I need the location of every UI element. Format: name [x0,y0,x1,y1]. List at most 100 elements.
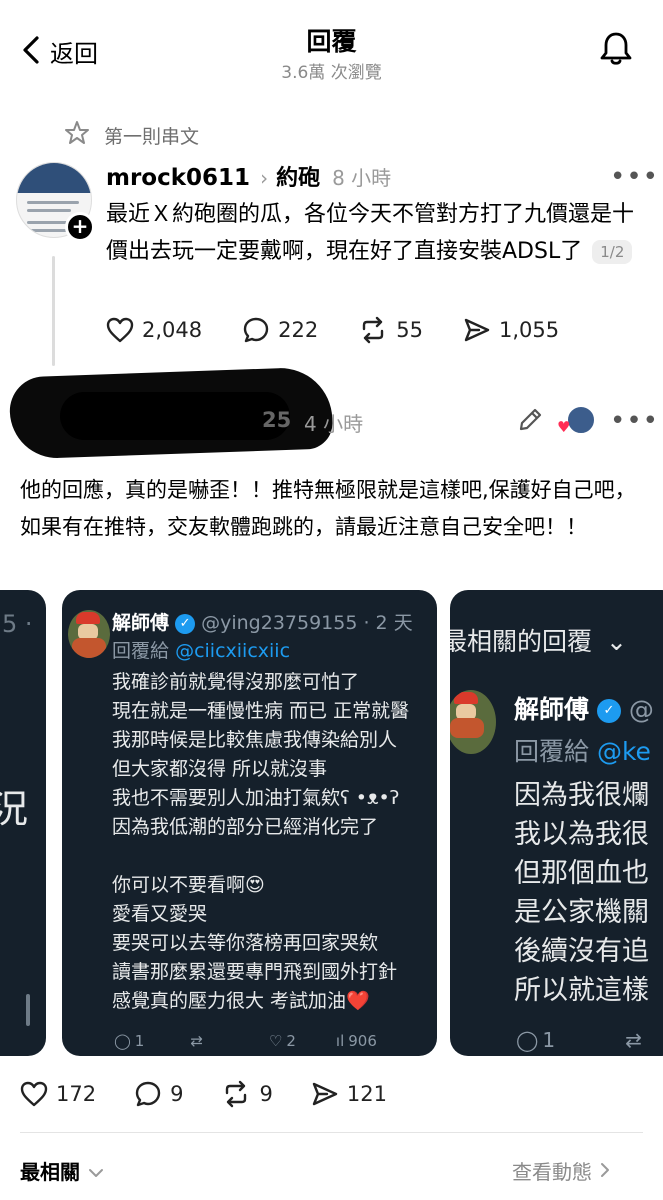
image-pager-badge: 1/2 [592,240,633,264]
repost-icon [358,316,388,344]
tweet-author-name: 解師傅 [514,695,590,724]
sort-label: 最相關 [20,1160,80,1184]
redaction-scribble [60,392,290,440]
tweet-body: 因為我很爛 我以為我很 但那個血也 是公家機關 後續沒有追 所以就這樣 [514,776,649,1010]
share-button[interactable]: 121 [311,1081,387,1107]
chevron-down-icon [88,1159,104,1183]
tweet-line: 愛看又愛哭 [112,903,208,925]
tweet-header: 解師傅 ✓ @ying23759155 · 2 天 [112,608,413,635]
tweet-author-name: 解師傅 [112,612,170,634]
heart-icon [106,317,134,343]
more-options-icon[interactable]: ••• [610,406,659,436]
reply-to-label: 回覆給 [112,640,170,662]
chevron-right-icon [600,1159,610,1183]
post-username-partial: 25 [262,408,292,432]
tweet-stats: ◯ 1 ⇄ [516,1028,642,1052]
post-time: 8 小時 [332,166,392,190]
heart-badge-icon: ♥ [557,418,571,436]
reply-to-handle: @ke [596,737,651,766]
star-icon [64,120,90,151]
tweet-reply-to: 回覆給 @ciicxiicxiic [112,636,290,663]
screenshot-image-middle[interactable]: 解師傅 ✓ @ying23759155 · 2 天 回覆給 @ciicxiicx… [62,590,437,1056]
verified-badge-icon: ✓ [596,699,621,723]
tweet-line: 我也不需要別人加油打氣欸ʕ •ᴥ•ʔ [112,787,400,809]
reply-button[interactable]: 9 [134,1080,183,1108]
repost-count: 55 [396,318,423,342]
tweet-avatar [450,690,496,754]
post-text: 他的回應，真的是嚇歪！！推特無極限就是這樣吧,保護好自己吧，如果有在推特，交友軟… [20,478,636,539]
tweet-stats: ◯ 1 ⇄ ♡ 2 ıl 906 [114,1032,377,1050]
pencil-icon[interactable] [516,406,544,438]
heart-icon [20,1081,48,1107]
tweet-handle: @ying23759155 · 2 天 [201,612,413,634]
view-activity-label: 查看動態 [512,1160,592,1184]
partial-text: 況 [0,787,29,831]
post-topic-tag[interactable]: 約砲 [276,160,320,192]
view-activity-link[interactable]: 查看動態 [512,1156,610,1185]
tweet-avatar [68,610,110,658]
tweet-line: 你可以不要看啊😍 [112,874,265,896]
tweet-line: 因為我很爛 [514,780,649,811]
reply-count: 222 [278,318,319,342]
comment-icon [242,316,270,344]
post-body: 最近Ｘ約砲圈的瓜，各位今天不管對方打了九價還是十價出去玩一定要戴啊，現在好了直接… [106,202,635,264]
reply-button[interactable]: 222 [242,316,318,344]
tweet-reply-to: 回覆給 @ke [514,732,651,768]
reply-to-label: 回覆給 [514,737,590,766]
tweet-line: 我那時候是比較焦慮我傳染給別人 [112,729,398,751]
post-time: 4 小時 [304,412,364,436]
more-options-icon[interactable]: ••• [610,162,659,192]
tweet-reply-count: 1 [134,1032,145,1050]
view-count: 3.6萬 次瀏覽 [281,63,382,83]
tweet-view-count: 906 [348,1032,377,1050]
thread-connector-line [52,256,55,366]
tweet-line: 但那個血也 [514,858,649,889]
follow-plus-button[interactable]: + [65,212,95,242]
post-meta: mrock0611 › 約砲 8 小時 [106,160,391,192]
share-count: 1,055 [498,318,560,342]
send-icon [311,1081,339,1107]
tweet-line: 現在就是一種慢性病 而已 正常就醫 [112,700,410,722]
tweet-like-count: 2 [286,1032,296,1050]
bell-icon[interactable] [598,30,634,70]
tweet-line: 我以為我很 [514,819,649,850]
retweet-icon: ⇄ [625,1028,642,1052]
tweet-line: 感覺真的壓力很大 考試加油❤️ [112,990,370,1012]
like-icon: ♡ [268,1032,283,1050]
repost-button[interactable]: 55 [358,316,423,344]
send-icon [463,317,491,343]
comment-icon [134,1080,162,1108]
reply-count: 9 [170,1082,184,1106]
retweet-icon: ⇄ [190,1032,203,1050]
reply-icon: ◯ [516,1028,539,1052]
like-button[interactable]: 2,048 [106,317,202,343]
post-actions: 2,048 222 55 1,055 [106,316,559,344]
post-text: 最近Ｘ約砲圈的瓜，各位今天不管對方打了九價還是十價出去玩一定要戴啊，現在好了直接… [106,196,646,270]
screenshot-image-left[interactable]: 5 · 況 [0,590,46,1056]
post-username[interactable]: mrock0611 [106,165,250,191]
like-button[interactable]: 172 [20,1081,96,1107]
screenshot-image-right[interactable]: 最相關的回覆 ⌄ 解師傅 ✓ @ 回覆給 @ke 因為我很爛 我以為我很 但那個… [450,590,663,1056]
verified-badge-icon: ✓ [175,613,196,634]
tweet-line: 要哭可以去等你落榜再回家哭欸 [112,932,379,954]
share-button[interactable]: 1,055 [463,317,559,343]
repost-icon [221,1080,251,1108]
tweet-reply-count: 1 [542,1028,556,1052]
tweet-line: 我確診前就覺得沒那麼可怕了 [112,671,360,693]
tweet-line: 因為我低潮的部分已經消化完了 [112,816,379,838]
tweet-section-header: 最相關的回覆 ⌄ [450,622,627,658]
share-count: 121 [346,1082,387,1106]
tweet-line: 是公家機關 [514,897,649,928]
views-bar-icon [26,994,30,1026]
sort-dropdown[interactable]: 最相關 [20,1156,104,1185]
tweet-handle: @ [628,695,654,724]
section-title: 最相關的回覆 [450,627,593,656]
thread-label: 第一則串文 [64,120,199,151]
chevron-right-icon: › [260,166,269,190]
views-icon: ıl [335,1032,345,1050]
like-count: 2,048 [142,318,203,342]
chevron-down-icon: ⌄ [605,627,627,656]
tweet-line: 但大家都沒得 所以就沒事 [112,758,328,780]
repost-button[interactable]: 9 [221,1080,273,1108]
